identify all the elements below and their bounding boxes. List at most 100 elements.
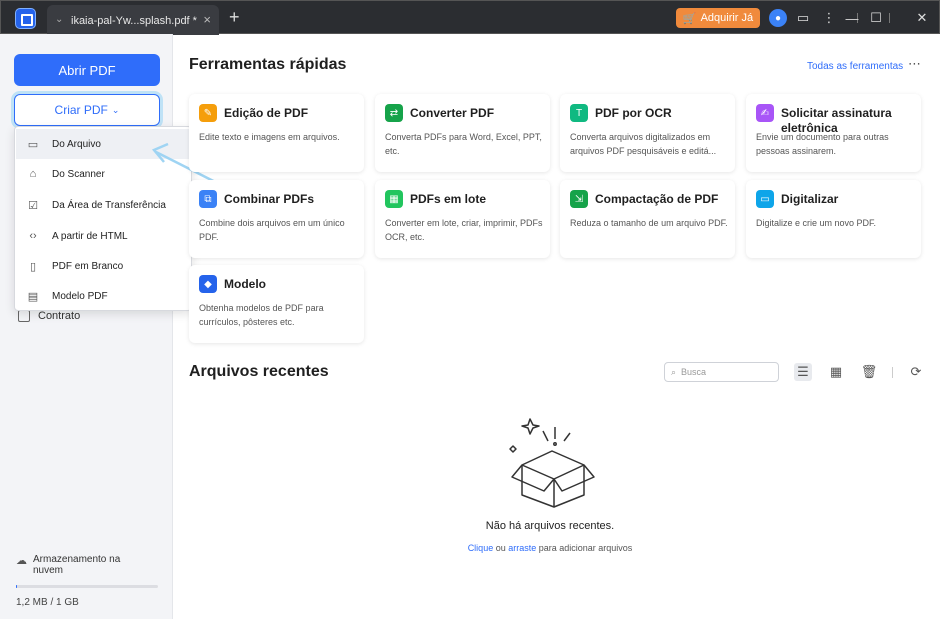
html-icon: ‹› [29,230,37,242]
cloud-icon: ☁ [16,555,27,567]
tool-title: Compactação de PDF [595,192,719,206]
title-bar: ⌄ ikaia-pal-Yw...splash.pdf * × + 🛒 Adqu… [0,0,940,35]
tool-card-edit-pdf[interactable]: ✎ Edição de PDF Edite texto e imagens em… [189,94,364,172]
tool-title: PDF por OCR [595,106,672,120]
minimize-icon[interactable]: — [843,9,861,27]
avatar-icon[interactable]: ● [769,9,787,27]
convert-pdf-icon: ⇄ [385,104,403,122]
tool-title: Combinar PDFs [224,192,315,206]
tool-card-ocr[interactable]: T PDF por OCR Converta arquivos digitali… [560,94,735,172]
app-logo-icon[interactable] [15,8,36,29]
tool-card-batch[interactable]: ▦ PDFs em lote Converter em lote, criar,… [375,180,550,258]
tool-desc: Obtenha modelos de PDF para currículos, … [199,303,324,327]
search-icon: ⌕ [671,366,677,377]
edit-pdf-icon: ✎ [199,104,217,122]
tool-card-esign[interactable]: ✍ Solicitar assinatura eletrônica Envie … [746,94,921,172]
tab-chevron-icon: ⌄ [55,14,64,25]
menu-item-label: Modelo PDF [52,290,108,302]
tool-card-combine[interactable]: ⧉ Combinar PDFs Combine dois arquivos em… [189,180,364,258]
recent-files-title: Arquivos recentes [189,363,329,380]
create-pdf-label: Criar PDF [54,103,108,117]
tab-close-icon[interactable]: × [203,12,211,27]
tool-title: Converter PDF [410,106,495,120]
quick-tools-title: Ferramentas rápidas [189,56,347,73]
more-horizontal-icon[interactable]: ⋯ [908,56,921,72]
empty-state-title: Não há arquivos recentes. [485,520,615,532]
divider [889,13,890,23]
tool-desc: Combine dois arquivos em um único PDF. [199,218,345,242]
empty-box-icon [509,418,595,508]
drag-link[interactable]: arraste [508,543,536,553]
menu-item-from-html[interactable]: ‹› A partir de HTML [16,221,192,251]
tab-label: ikaia-pal-Yw...splash.pdf * [71,15,197,27]
menu-item-label: PDF em Branco [52,260,124,272]
scanner-icon: ⌂ [29,168,37,180]
blank-page-icon: ▯ [29,260,37,273]
tool-desc: Converter em lote, criar, imprimir, PDFs… [385,218,543,242]
menu-item-label: Do Arquivo [52,138,101,150]
compress-icon: ⇲ [570,190,588,208]
storage-usage-text: 1,2 MB / 1 GB [16,597,79,608]
tool-title: PDFs em lote [410,192,487,206]
refresh-icon[interactable]: ⟳ [907,363,925,381]
close-window-icon[interactable]: ✕ [913,9,931,27]
list-view-icon[interactable]: ☰ [794,363,812,381]
template-icon: ▤ [27,290,39,303]
signature-icon: ✍ [756,104,774,122]
menu-item-label: A partir de HTML [52,230,128,242]
tool-title: Edição de PDF [224,106,309,120]
tool-title: Modelo [224,277,266,291]
sidebar-item-contract[interactable]: Contrato [18,310,80,322]
contract-icon [18,310,30,322]
new-tab-icon[interactable]: + [229,7,240,28]
tool-card-convert-pdf[interactable]: ⇄ Converter PDF Converta PDFs para Word,… [375,94,550,172]
menu-item-template[interactable]: ▤ Modelo PDF [16,281,192,311]
sidebar-item-label: Contrato [38,310,81,322]
cart-icon: 🛒 [682,12,697,25]
combine-icon: ⧉ [199,190,217,208]
chat-icon[interactable]: ▭ [794,9,812,27]
clipboard-icon: ☑ [28,199,38,212]
folder-icon: ▭ [27,138,39,151]
buy-label: Adquirir Já [700,12,754,24]
menu-item-blank-pdf[interactable]: ▯ PDF em Branco [16,251,192,281]
empty-sub-tail: para adicionar arquivos [536,543,633,553]
buy-button[interactable]: 🛒 Adquirir Já [676,8,760,28]
cloud-storage[interactable]: ☁ Armazenamento na nuvem [16,554,146,576]
tool-desc: Reduza o tamanho de um arquivo PDF. [570,218,728,228]
maximize-icon[interactable]: ☐ [867,9,885,27]
scan-icon: ▭ [756,190,774,208]
tool-title: Digitalizar [781,192,839,206]
tool-desc: Converta arquivos digitalizados em arqui… [570,132,717,156]
document-tab[interactable]: ⌄ ikaia-pal-Yw...splash.pdf * × [47,5,219,35]
trash-icon[interactable]: 🗑 [860,363,878,381]
divider [892,367,893,378]
tool-card-compress[interactable]: ⇲ Compactação de PDF Reduza o tamanho de… [560,180,735,258]
empty-state-subtitle: Clique ou arraste para adicionar arquivo… [300,543,800,553]
cloud-storage-label: Armazenamento na nuvem [33,554,121,576]
storage-progress-fill [16,585,18,588]
grid-view-icon[interactable]: ▦ [827,363,845,381]
tool-desc: Envie um documento para outras pessoas a… [756,132,889,156]
search-input[interactable]: ⌕ Busca [664,362,779,382]
menu-item-label: Da Área de Transferência [52,199,166,211]
batch-icon: ▦ [385,190,403,208]
tool-card-scan[interactable]: ▭ Digitalizar Digitalize e crie um novo … [746,180,921,258]
tool-desc: Converta PDFs para Word, Excel, PPT, etc… [385,132,542,156]
empty-sub-mid: ou [493,543,509,553]
open-pdf-button[interactable]: Abrir PDF [14,54,160,86]
tool-desc: Digitalize e crie um novo PDF. [756,218,877,228]
all-tools-link[interactable]: Todas as ferramentas [807,61,903,72]
more-vertical-icon[interactable]: ⋮ [820,9,838,27]
chevron-down-icon: ⌄ [111,104,120,115]
tool-card-template[interactable]: ◆ Modelo Obtenha modelos de PDF para cur… [189,265,364,343]
click-link[interactable]: Clique [468,543,494,553]
template-icon: ◆ [199,275,217,293]
storage-progress-bar [16,585,158,588]
search-placeholder: Busca [681,367,707,377]
ocr-icon: T [570,104,588,122]
tool-desc: Edite texto e imagens em arquivos. [199,132,340,142]
menu-item-label: Do Scanner [52,168,105,180]
create-pdf-button[interactable]: Criar PDF ⌄ [14,94,160,126]
sidebar: Abrir PDF Criar PDF ⌄ Contrato ☁ Armazen… [0,34,173,619]
